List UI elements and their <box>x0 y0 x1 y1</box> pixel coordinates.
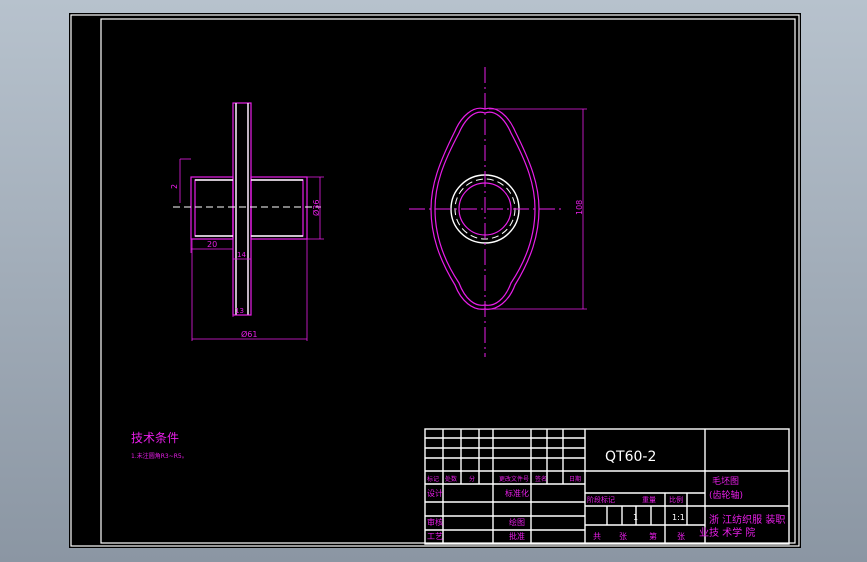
drawing-viewport[interactable]: 2 Ø36 20 14 13 Ø61 108 技术条件 1.未注圆角R3~R5。 <box>69 13 801 548</box>
dim-diameter-61: Ø61 <box>241 329 257 339</box>
dim-108: 108 <box>575 200 584 215</box>
label-page: 第 <box>649 531 657 541</box>
dim-diameter-36: Ø36 <box>311 200 321 216</box>
organization-line1: 浙 江纺织服 装职 <box>709 513 785 526</box>
label-standard: 标准化 <box>505 488 529 498</box>
col-mark: 标记 <box>427 475 439 483</box>
tech-req-title: 技术条件 <box>131 431 179 445</box>
label-process: 工艺 <box>427 532 443 541</box>
col-sign: 签名 <box>535 475 547 483</box>
col-change: 更改文件号 <box>499 475 529 483</box>
front-view <box>173 102 324 341</box>
quantity-value: 1 <box>633 513 638 522</box>
scale-value: 1:1 <box>672 513 685 522</box>
label-total: 共 <box>593 532 601 541</box>
label-approve: 批准 <box>509 531 525 541</box>
part-name: 毛坯图 <box>712 475 739 487</box>
drawing-code: QT60-2 <box>605 449 656 465</box>
part-name-sub: (齿轮轴) <box>709 489 743 501</box>
label-weight: 重量 <box>642 496 656 504</box>
dim-20: 20 <box>207 240 217 249</box>
col-zone: 分 <box>469 475 475 483</box>
label-check: 审核 <box>427 517 443 527</box>
inner-frame <box>100 18 796 544</box>
tech-req-line1: 1.未注圆角R3~R5。 <box>131 452 188 460</box>
label-page-2: 张 <box>677 532 685 541</box>
label-sheet: 张 <box>619 532 627 541</box>
label-stage: 阶段标记 <box>587 495 615 504</box>
label-draw: 绘图 <box>509 517 525 527</box>
cad-drawing: 2 Ø36 20 14 13 Ø61 108 技术条件 1.未注圆角R3~R5。 <box>70 14 800 547</box>
col-count: 处数 <box>445 475 457 483</box>
dim-2: 2 <box>170 184 179 189</box>
side-view <box>409 67 587 357</box>
label-ratio: 比例 <box>669 495 683 504</box>
label-design: 设计 <box>427 488 443 498</box>
dim-14: 14 <box>237 251 246 259</box>
organization-line2: 业技 术学 院 <box>699 526 755 539</box>
col-date: 日期 <box>569 475 581 483</box>
outer-frame <box>70 14 800 547</box>
dim-13: 13 <box>235 307 244 315</box>
